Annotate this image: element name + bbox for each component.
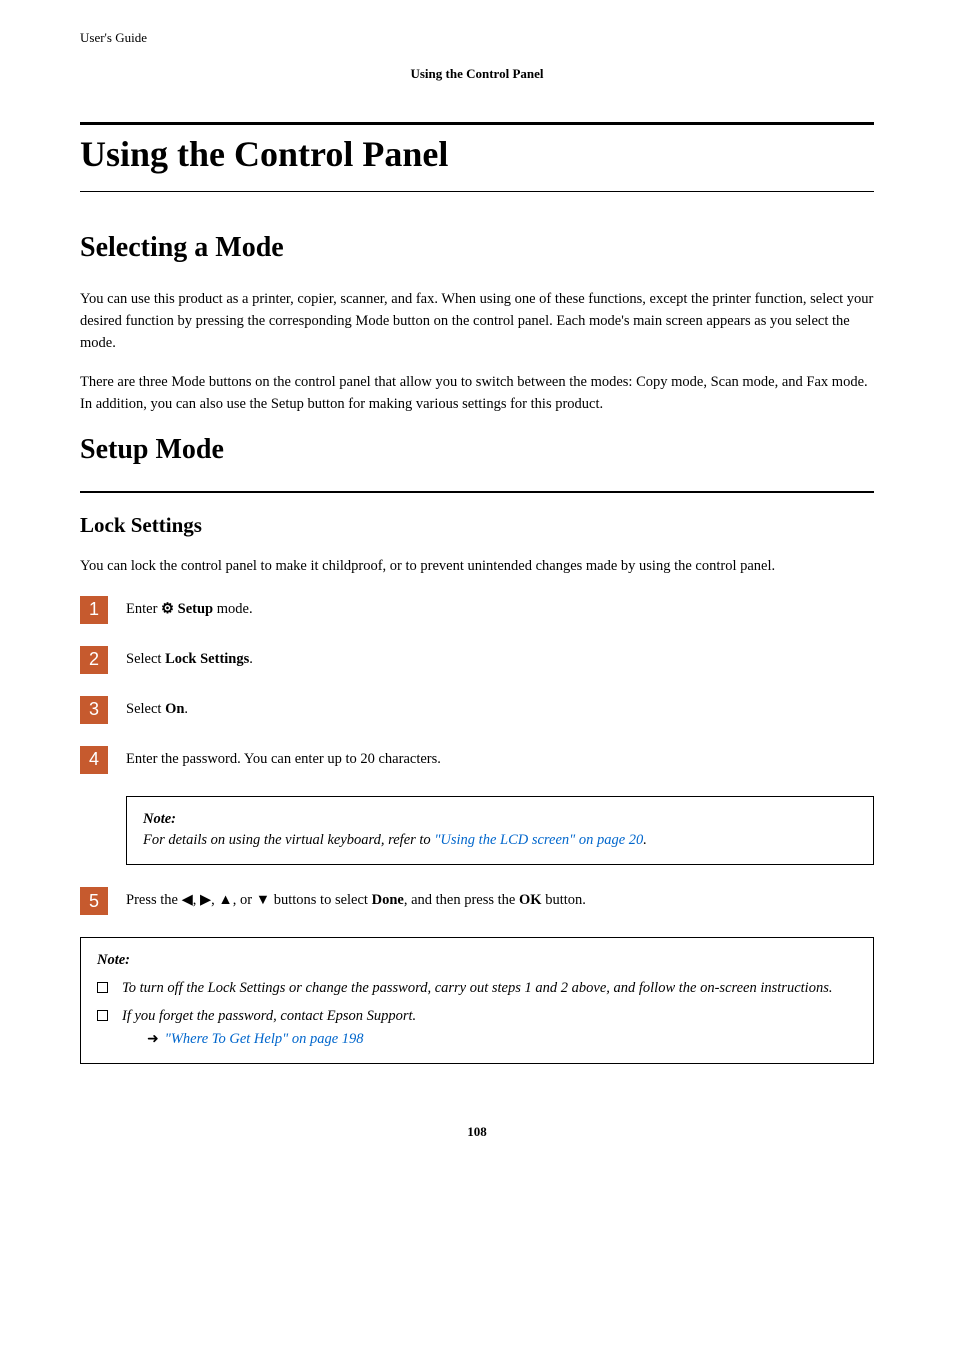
step-2-post: . [249, 651, 253, 667]
title-rule-bottom [80, 191, 874, 192]
note-password: Note: To turn off the Lock Settings or c… [80, 937, 874, 1064]
step-1-pre: Enter [126, 601, 161, 617]
setup-mode-rule [80, 491, 874, 493]
arrow-right-icon: ➜ [147, 1029, 159, 1050]
step-5-done: Done [372, 892, 404, 908]
page-title: Using the Control Panel [80, 133, 874, 181]
step-5-number: 5 [80, 887, 108, 915]
step-4-number: 4 [80, 746, 108, 774]
note2-bullet2-text: If you forget the password, contact Epso… [122, 1006, 416, 1028]
note2-label: Note: [97, 952, 130, 968]
step-3-post: . [184, 701, 188, 717]
get-help-link[interactable]: "Where To Get Help" on page 198 [165, 1029, 364, 1051]
left-arrow-icon: ◀ [182, 892, 193, 908]
note2-bullet2: If you forget the password, contact Epso… [97, 1006, 857, 1052]
step-2-pre: Select [126, 651, 165, 667]
step-1-number: 1 [80, 596, 108, 624]
selecting-mode-p2: There are three Mode buttons on the cont… [80, 372, 874, 416]
title-rule-top [80, 122, 874, 125]
note-keyboard: Note: For details on using the virtual k… [126, 796, 874, 866]
step-5-post: button. [542, 892, 586, 908]
step-2-bold: Lock Settings [165, 651, 249, 667]
step-2-text: Select Lock Settings. [126, 646, 253, 671]
step-3-number: 3 [80, 696, 108, 724]
note2-bullet1-text: To turn off the Lock Settings or change … [122, 978, 832, 1000]
step-5-mid: buttons to select [270, 892, 372, 908]
section-setup-mode-title: Setup Mode [80, 434, 874, 466]
section-selecting-mode-title: Selecting a Mode [80, 232, 874, 264]
lock-settings-intro: You can lock the control panel to make i… [80, 556, 874, 578]
step-2: 2 Select Lock Settings. [80, 646, 874, 674]
breadcrumb: Using the Control Panel [80, 66, 874, 82]
note-keyboard-post: . [643, 832, 647, 848]
step-1-post: mode. [213, 601, 252, 617]
right-arrow-icon: ▶ [200, 892, 211, 908]
up-arrow-icon: ▲ [218, 892, 232, 908]
bullet-square-icon [97, 1010, 108, 1021]
step-3-text: Select On. [126, 696, 188, 721]
note2-bullet2-link-row: ➜ "Where To Get Help" on page 198 [147, 1029, 416, 1051]
page-number: 108 [80, 1124, 874, 1140]
note2-bullet1: To turn off the Lock Settings or change … [97, 978, 857, 1000]
step-1-text: Enter ⚙ Setup mode. [126, 596, 253, 621]
step-5-mid2: , and then press the [404, 892, 519, 908]
lcd-screen-link[interactable]: "Using the LCD screen" on page 20 [434, 832, 643, 848]
step-3-pre: Select [126, 701, 165, 717]
step-5: 5 Press the ◀, ▶, ▲, or ▼ buttons to sel… [80, 887, 874, 915]
setup-icon: ⚙ [161, 601, 174, 617]
lock-settings-title: Lock Settings [80, 513, 874, 538]
step-1: 1 Enter ⚙ Setup mode. [80, 596, 874, 624]
selecting-mode-p1: You can use this product as a printer, c… [80, 289, 874, 354]
step-5-ok: OK [519, 892, 542, 908]
step-4-text: Enter the password. You can enter up to … [126, 746, 441, 771]
step-3: 3 Select On. [80, 696, 874, 724]
step-4: 4 Enter the password. You can enter up t… [80, 746, 874, 774]
step-1-bold: Setup [178, 601, 213, 617]
step-5-pre: Press the [126, 892, 182, 908]
down-arrow-icon: ▼ [256, 892, 270, 908]
step-5-text: Press the ◀, ▶, ▲, or ▼ buttons to selec… [126, 887, 586, 912]
note-label: Note: [143, 811, 176, 827]
step-2-number: 2 [80, 646, 108, 674]
users-guide-label: User's Guide [80, 30, 874, 46]
step-3-bold: On [165, 701, 184, 717]
bullet-square-icon [97, 982, 108, 993]
note-keyboard-text: For details on using the virtual keyboar… [143, 832, 434, 848]
